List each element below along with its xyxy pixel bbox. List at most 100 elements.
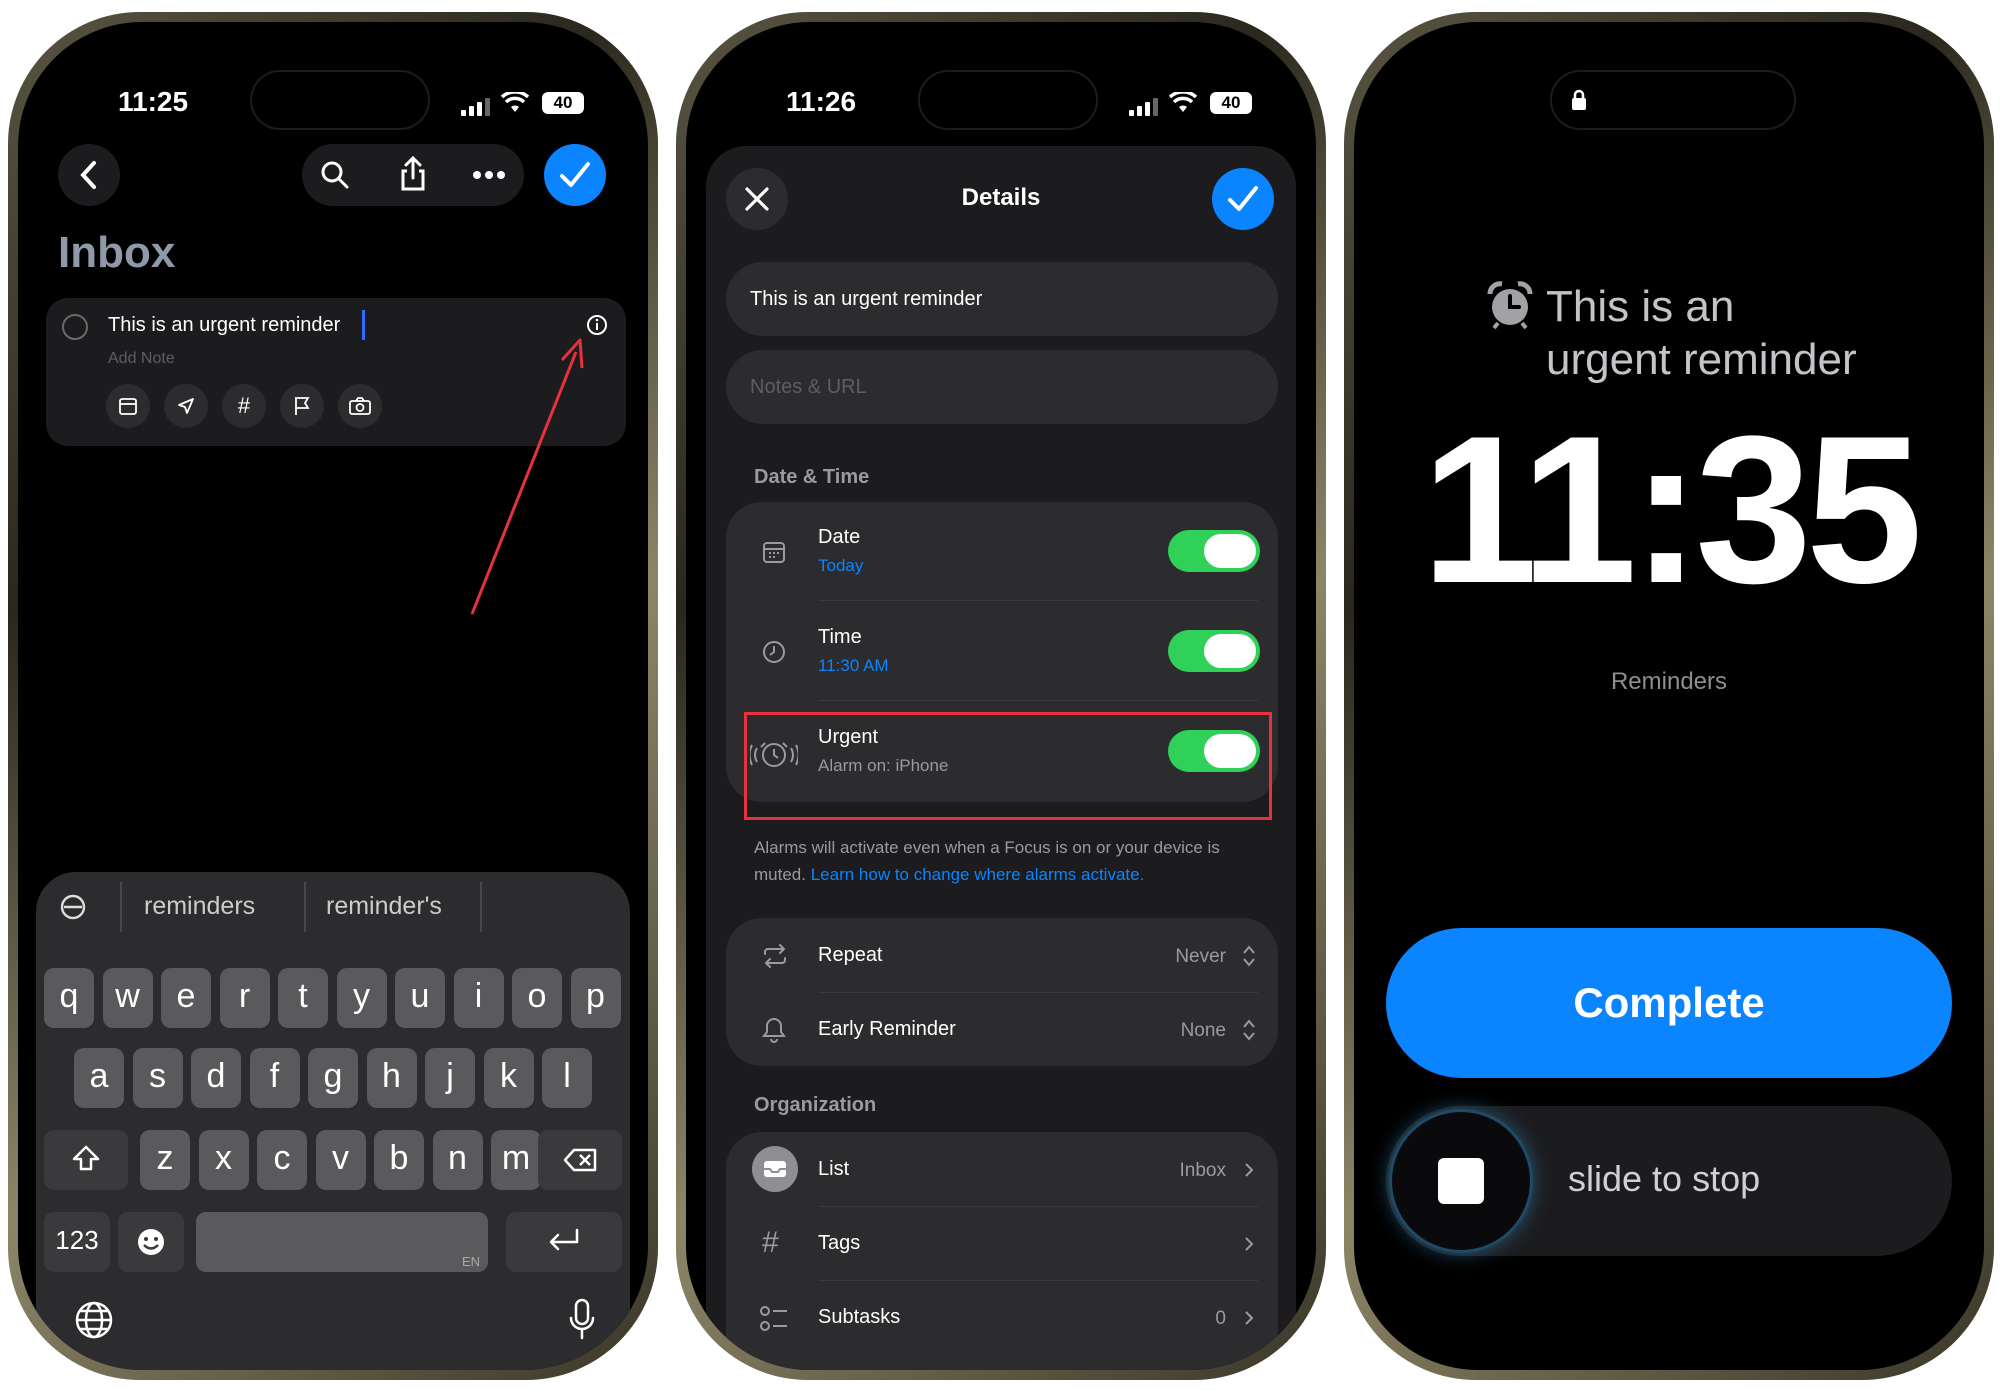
chevron-updown-icon[interactable] — [1242, 944, 1256, 968]
key-a[interactable]: a — [74, 1048, 124, 1108]
back-button[interactable] — [58, 144, 120, 206]
organization-group: List Inbox # Tags Subtasks 0 — [726, 1132, 1278, 1370]
key-c[interactable]: c — [257, 1130, 307, 1190]
date-value[interactable]: Today — [818, 556, 863, 576]
flag-shortcut-button[interactable] — [280, 384, 324, 428]
sheet-title: Details — [961, 184, 1041, 211]
add-note-input[interactable]: Add Note — [108, 350, 175, 368]
calendar-icon — [763, 542, 785, 563]
screen: 11:25 40 Inbox This is an urgent reminde… — [18, 22, 648, 1370]
emoji-face-icon[interactable] — [60, 894, 86, 920]
screen: This is an urgent reminder 11:35 Reminder… — [1354, 22, 1984, 1370]
key-row-1: qwertyuiop — [44, 968, 624, 1030]
space-lang-label: EN — [461, 1254, 480, 1269]
chevron-right-icon[interactable] — [1244, 1162, 1254, 1178]
backspace-icon — [563, 1148, 597, 1172]
key-u[interactable]: u — [395, 968, 445, 1028]
chevron-right-icon[interactable] — [1244, 1310, 1254, 1326]
more-icon[interactable] — [472, 170, 506, 180]
lock-icon — [1572, 89, 1586, 110]
key-t[interactable]: t — [278, 968, 328, 1028]
alarm-time: 11:35 — [1421, 392, 1923, 627]
key-f[interactable]: f — [249, 1048, 300, 1108]
smiley-icon — [138, 1229, 164, 1255]
key-h[interactable]: h — [366, 1048, 417, 1108]
notes-field[interactable]: Notes & URL — [726, 350, 1278, 424]
time-value[interactable]: 11:30 AM — [818, 656, 889, 676]
done-button[interactable] — [544, 144, 606, 206]
search-icon[interactable] — [320, 160, 350, 190]
list-value[interactable]: Inbox — [1180, 1160, 1226, 1182]
key-q[interactable]: q — [44, 968, 94, 1028]
suggestion-2[interactable]: reminder's — [326, 892, 442, 921]
numbers-key[interactable]: 123 — [44, 1212, 110, 1272]
key-s[interactable]: s — [132, 1048, 183, 1108]
delete-key[interactable] — [538, 1130, 622, 1190]
chevron-updown-icon[interactable] — [1242, 1018, 1256, 1042]
shift-key[interactable] — [44, 1130, 128, 1190]
key-y[interactable]: y — [336, 968, 387, 1028]
share-icon[interactable] — [398, 156, 428, 192]
key-b[interactable]: b — [374, 1130, 424, 1190]
microphone-icon[interactable] — [568, 1298, 596, 1342]
title-field[interactable]: This is an urgent reminder — [726, 262, 1278, 336]
footnote-link[interactable]: Learn how to change where alarms activat… — [811, 865, 1145, 884]
cellular-signal-icon — [461, 98, 490, 116]
key-z[interactable]: z — [140, 1130, 190, 1190]
status-time: 11:26 — [786, 86, 857, 117]
key-e[interactable]: e — [161, 968, 211, 1028]
key-row-3: zxcvbnm — [140, 1130, 541, 1192]
checkmark-icon — [560, 162, 590, 187]
repeat-icon — [764, 944, 786, 968]
complete-checkbox[interactable] — [62, 314, 88, 340]
key-x[interactable]: x — [198, 1130, 249, 1190]
key-d[interactable]: d — [191, 1048, 241, 1108]
details-sheet: Details This is an urgent reminder Notes… — [706, 146, 1296, 1370]
screen: 11:26 40 Details This is an urgent remin… — [686, 22, 1316, 1370]
early-reminder-value[interactable]: None — [1181, 1020, 1226, 1042]
location-shortcut-button[interactable] — [164, 384, 208, 428]
emoji-key[interactable] — [118, 1212, 184, 1272]
key-n[interactable]: n — [432, 1130, 483, 1190]
key-k[interactable]: k — [483, 1048, 534, 1108]
key-j[interactable]: j — [425, 1048, 475, 1108]
calendar-icon — [119, 398, 137, 415]
key-i[interactable]: i — [453, 968, 504, 1028]
globe-icon[interactable] — [74, 1300, 114, 1340]
space-key[interactable]: EN — [196, 1212, 488, 1272]
slide-to-stop-handle[interactable] — [1392, 1112, 1530, 1250]
cellular-signal-icon — [1129, 98, 1158, 116]
time-toggle[interactable] — [1168, 630, 1260, 672]
repeat-group: Repeat Never Early Reminder None — [726, 918, 1278, 1066]
date-toggle[interactable] — [1168, 530, 1260, 572]
key-p[interactable]: p — [570, 968, 621, 1028]
repeat-value[interactable]: Never — [1175, 946, 1226, 968]
toolbar-group — [302, 144, 524, 206]
key-row-2: asdfghjkl — [74, 1048, 594, 1110]
key-o[interactable]: o — [512, 968, 562, 1028]
return-key[interactable] — [506, 1212, 622, 1272]
key-v[interactable]: v — [315, 1130, 366, 1190]
annotation-arrow — [470, 338, 584, 615]
dynamic-island — [250, 70, 430, 130]
separator — [818, 1280, 1258, 1281]
done-button[interactable] — [1212, 168, 1274, 230]
camera-shortcut-button[interactable] — [338, 384, 382, 428]
reminder-title-input[interactable]: This is an urgent reminder — [108, 314, 340, 337]
location-arrow-icon — [178, 398, 194, 414]
highlight-box — [744, 712, 1272, 820]
chevron-right-icon[interactable] — [1244, 1236, 1254, 1252]
key-m[interactable]: m — [491, 1130, 541, 1190]
separator — [818, 600, 1258, 601]
subtasks-value[interactable]: 0 — [1215, 1308, 1226, 1330]
key-w[interactable]: w — [102, 968, 153, 1028]
tag-shortcut-button[interactable]: # — [222, 384, 266, 428]
date-shortcut-button[interactable] — [106, 384, 150, 428]
wifi-icon — [501, 92, 529, 112]
key-r[interactable]: r — [219, 968, 270, 1028]
key-l[interactable]: l — [542, 1048, 592, 1108]
tags-label: Tags — [818, 1232, 861, 1254]
suggestion-1[interactable]: reminders — [144, 892, 255, 921]
complete-button[interactable]: Complete — [1386, 928, 1952, 1078]
key-g[interactable]: g — [308, 1048, 358, 1108]
